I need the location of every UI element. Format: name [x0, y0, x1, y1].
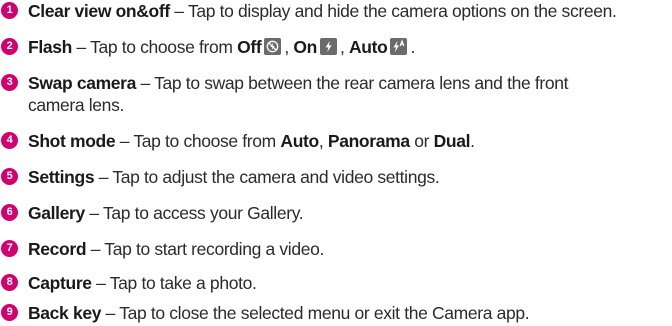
item-number-badge: 5	[1, 168, 18, 185]
item-dash: –	[84, 203, 103, 223]
item-number-badge: 9	[1, 304, 18, 321]
flash-auto-icon	[390, 38, 408, 55]
item-text: Settings – Tap to adjust the camera and …	[28, 166, 672, 188]
item-term: Swap camera	[28, 73, 137, 93]
item-description: Tap to start recording a video.	[104, 239, 324, 259]
item-number-badge: 6	[1, 204, 18, 221]
camera-options-list: 1 Clear view on&off – Tap to display and…	[0, 0, 672, 326]
item-description: Tap to display and hide the camera optio…	[187, 1, 617, 21]
item-text: Record – Tap to start recording a video.	[28, 238, 672, 260]
item-dash: –	[101, 303, 120, 323]
item-description: Tap to swap between the rear camera lens…	[154, 73, 569, 93]
item-number-badge: 4	[1, 132, 18, 149]
item-line-2: camera lens.	[28, 95, 124, 115]
item-dash: –	[91, 273, 110, 293]
item-text: Gallery – Tap to access your Gallery.	[28, 202, 672, 224]
item-line-1: Swap camera – Tap to swap between the re…	[28, 72, 672, 94]
end-punctuation: .	[410, 37, 415, 57]
flash-auto-label: Auto	[349, 37, 388, 57]
item-description: Tap to close the selected menu or exit t…	[119, 303, 530, 323]
item-number-badge: 1	[1, 2, 18, 19]
item-term: Capture	[28, 273, 92, 293]
mode-dual-label: Dual	[433, 131, 471, 151]
item-term: Clear view on&off	[28, 1, 170, 21]
item-description: Tap to adjust the camera and video setti…	[112, 167, 440, 187]
item-text: Clear view on&off – Tap to display and h…	[28, 0, 672, 22]
flash-off-icon	[264, 38, 282, 55]
separator: ,	[284, 37, 294, 57]
item-term: Back key	[28, 303, 102, 323]
item-term: Flash	[28, 37, 72, 57]
separator: or	[409, 131, 434, 151]
item-dash: –	[71, 37, 91, 57]
item-description: Tap to choose from	[90, 37, 238, 57]
item-text: Capture – Tap to take a photo.	[28, 272, 672, 294]
item-term: Shot mode	[28, 131, 116, 151]
item-number-badge: 7	[1, 240, 18, 257]
flash-on-icon	[319, 38, 337, 55]
item-text: Swap camera – Tap to swap between the re…	[28, 72, 672, 116]
item-dash: –	[115, 131, 134, 151]
item-description: Tap to choose from	[133, 131, 281, 151]
flash-on-label: On	[293, 37, 317, 57]
mode-panorama-label: Panorama	[327, 131, 410, 151]
end-punctuation: .	[470, 131, 475, 151]
item-text: Back key – Tap to close the selected men…	[28, 302, 672, 324]
item-term: Settings	[28, 167, 95, 187]
item-number-badge: 2	[1, 38, 18, 55]
item-number-badge: 8	[1, 274, 18, 291]
item-term: Record	[28, 239, 87, 259]
flash-off-label: Off	[237, 37, 262, 57]
item-dash: –	[86, 239, 105, 259]
separator: ,	[339, 37, 349, 57]
item-dash: –	[169, 1, 188, 21]
item-dash: –	[94, 167, 113, 187]
item-text: Flash – Tap to choose from Off, On, Auto…	[28, 36, 672, 58]
item-text: Shot mode – Tap to choose from Auto, Pan…	[28, 130, 672, 152]
separator: ,	[318, 131, 328, 151]
item-term: Gallery	[28, 203, 85, 223]
item-number-badge: 3	[1, 74, 18, 91]
item-dash: –	[136, 73, 155, 93]
item-description: Tap to access your Gallery.	[103, 203, 304, 223]
mode-auto-label: Auto	[280, 131, 319, 151]
item-description: Tap to take a photo.	[109, 273, 257, 293]
